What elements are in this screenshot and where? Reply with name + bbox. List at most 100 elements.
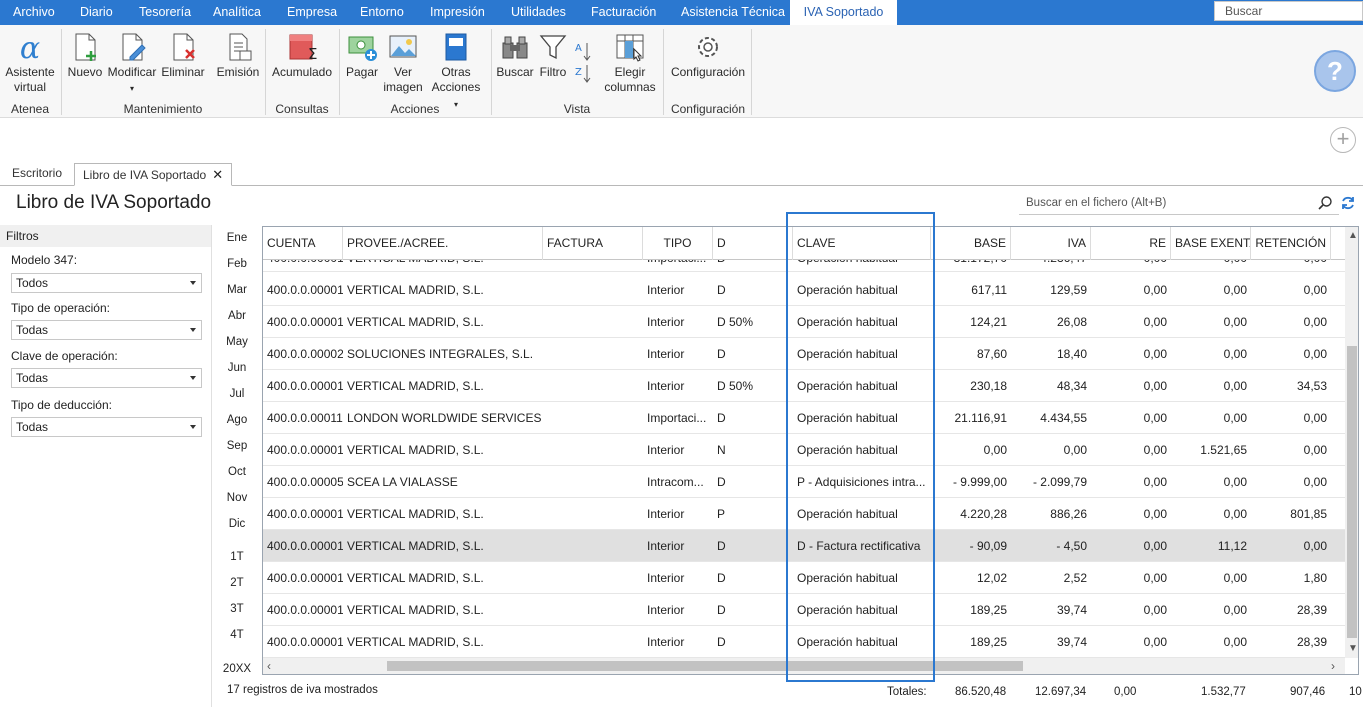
period-oct[interactable]: Oct (222, 466, 252, 478)
help-icon[interactable]: ? (1314, 50, 1356, 92)
asistente-virtual-button[interactable]: α Asistente virtual (4, 31, 56, 95)
scroll-left-icon[interactable]: ‹ (267, 659, 271, 673)
svg-text:Z: Z (575, 67, 582, 78)
horizontal-scrollbar[interactable]: ‹ › (263, 658, 1345, 674)
table-row[interactable]: 400.0.0.00001 VERTICAL MADRID, S.L. Interi… (263, 626, 1345, 658)
modelo-347-select[interactable]: Todos (11, 273, 202, 293)
otras-acciones-button[interactable]: Otras Acciones ▾ (430, 31, 482, 112)
column-header-provee-acree-[interactable]: PROVEE./ACREE. (343, 227, 543, 260)
period-sep[interactable]: Sep (222, 440, 252, 452)
acumulado-button[interactable]: Σ Acumulado (270, 31, 334, 80)
nuevo-button[interactable]: Nuevo (66, 31, 104, 80)
buscar-button[interactable]: Buscar (496, 31, 534, 80)
cell-tipo: Interior (647, 283, 685, 297)
period-dic[interactable]: Dic (222, 518, 252, 530)
column-header-re[interactable]: RE (1091, 227, 1171, 260)
tipo-deduccion-select[interactable]: Todas (11, 417, 202, 437)
vertical-scrollbar[interactable]: ▲ ▼ (1345, 227, 1358, 658)
file-search-placeholder: Buscar en el fichero (Alt+B) (1026, 197, 1167, 209)
period-1t[interactable]: 1T (222, 551, 252, 563)
menu-archivo[interactable]: Archivo (13, 0, 55, 25)
pagar-button[interactable]: Pagar (343, 31, 381, 80)
clave-operacion-select[interactable]: Todas (11, 368, 202, 388)
eliminar-button[interactable]: Eliminar (160, 31, 206, 80)
column-header-iva[interactable]: IVA (1011, 227, 1091, 260)
column-header-d[interactable]: D (713, 227, 793, 260)
close-icon[interactable]: ✕ (212, 167, 223, 182)
search-icon[interactable] (1317, 195, 1333, 211)
refresh-icon[interactable] (1340, 195, 1356, 211)
cell-base: 189,25 (970, 603, 1007, 617)
add-tab-icon[interactable]: + (1330, 127, 1356, 153)
menu-facturacion[interactable]: Facturación (591, 0, 656, 25)
column-header-retenci-n[interactable]: RETENCIÓN (1251, 227, 1331, 260)
sort-button[interactable]: AZ (572, 39, 594, 89)
table-row[interactable]: 400.0.0.00001 VERTICAL MADRID, S.L. Interi… (263, 434, 1345, 466)
column-header-factura[interactable]: FACTURA (543, 227, 643, 260)
tipo-operacion-select[interactable]: Todas (11, 320, 202, 340)
table-row[interactable]: 400.0.0.00001VERTICAL MADRID, S.L. Import… (263, 260, 1345, 272)
elegir-columnas-button[interactable]: Elegir columnas (604, 31, 656, 95)
period-abr[interactable]: Abr (222, 310, 252, 322)
table-row[interactable]: 400.0.0.00001 VERTICAL MADRID, S.L. Interi… (263, 274, 1345, 306)
period-3t[interactable]: 3T (222, 603, 252, 615)
column-header-tipo[interactable]: TIPO (643, 227, 713, 260)
modificar-button[interactable]: Modificar ▾ (106, 31, 158, 96)
scroll-down-icon[interactable]: ▼ (1348, 643, 1358, 654)
column-header-clave[interactable]: CLAVE (793, 227, 931, 260)
menu-entorno[interactable]: Entorno (360, 0, 404, 25)
menu-utilidades[interactable]: Utilidades (511, 0, 566, 25)
emision-button[interactable]: Emisión (214, 31, 262, 80)
cell-base-exenta: 0,00 (1223, 315, 1247, 329)
period-20xx[interactable]: 20XX (222, 663, 252, 675)
period-ago[interactable]: Ago (222, 414, 252, 426)
table-row[interactable]: 400.0.0.00001 VERTICAL MADRID, S.L. Interi… (263, 594, 1345, 626)
scroll-thumb[interactable] (387, 661, 1023, 671)
menu-diario[interactable]: Diario (80, 0, 113, 25)
period-ene[interactable]: Ene (222, 232, 252, 244)
tab-escritorio[interactable]: Escritorio (4, 163, 70, 186)
cell-cuenta: 400.0.0.00001 (267, 635, 343, 649)
period-mar[interactable]: Mar (222, 284, 252, 296)
period-4t[interactable]: 4T (222, 629, 252, 641)
cell-retenci-n: 0,00 (1303, 475, 1327, 489)
menu-asistencia[interactable]: Asistencia Técnica (681, 0, 785, 25)
table-row[interactable]: 400.0.0.00001 VERTICAL MADRID, S.L. Interi… (263, 306, 1345, 338)
file-search-input[interactable]: Buscar en el fichero (Alt+B) (1019, 193, 1339, 215)
global-search-input[interactable]: Buscar (1214, 1, 1363, 21)
menu-analitica[interactable]: Analítica (213, 0, 261, 25)
scroll-up-icon[interactable]: ▲ (1348, 230, 1358, 241)
cell-base-exenta: 0,00 (1171, 260, 1251, 271)
menu-impresion[interactable]: Impresión (430, 0, 485, 25)
table-row[interactable]: 400.0.0.00011 LONDON WORLDWIDE SERVICES Im… (263, 402, 1345, 434)
cell-base: 12,02 (976, 571, 1007, 585)
table-row[interactable]: 400.0.0.00001 VERTICAL MADRID, S.L. Interi… (263, 370, 1345, 402)
menu-tesoreria[interactable]: Tesorería (139, 0, 191, 25)
scroll-right-icon[interactable]: › (1331, 659, 1335, 673)
column-header-base[interactable]: BASE (931, 227, 1011, 260)
period-nov[interactable]: Nov (222, 492, 252, 504)
period-jul[interactable]: Jul (222, 388, 252, 400)
elegir-columnas-label-2: columnas (604, 80, 656, 94)
cell-tipo: Interior (647, 603, 685, 617)
table-row[interactable]: 400.0.0.00001 VERTICAL MADRID, S.L. Interi… (263, 562, 1345, 594)
menu-iva-soportado[interactable]: IVA Soportado (790, 0, 897, 25)
ver-imagen-button[interactable]: Ver imagen (383, 31, 423, 95)
period-2t[interactable]: 2T (222, 577, 252, 589)
asistente-label-1: Asistente (5, 65, 55, 79)
scroll-thumb[interactable] (1347, 346, 1357, 638)
column-header-cuenta[interactable]: CUENTA (263, 227, 343, 260)
period-may[interactable]: May (222, 336, 252, 348)
column-header-base-exenta[interactable]: BASE EXENTA (1171, 227, 1251, 260)
table-row[interactable]: 400.0.0.00001 VERTICAL MADRID, S.L. Interi… (263, 530, 1345, 562)
table-row[interactable]: 400.0.0.00001 VERTICAL MADRID, S.L. Interi… (263, 498, 1345, 530)
menu-empresa[interactable]: Empresa (287, 0, 337, 25)
tab-libro-iva-soportado[interactable]: Libro de IVA Soportado ✕ (74, 163, 233, 186)
period-jun[interactable]: Jun (222, 362, 252, 374)
period-feb[interactable]: Feb (222, 258, 252, 270)
filtro-button[interactable]: Filtro (536, 31, 570, 80)
configuracion-button[interactable]: Configuración (668, 31, 748, 80)
table-row[interactable]: 400.0.0.00002 SOLUCIONES INTEGRALES, S.L.… (263, 338, 1345, 370)
table-row[interactable]: 400.0.0.00005 SCEA LA VIALASSE Intracom...… (263, 466, 1345, 498)
cell-clave: Operación habitual (797, 635, 898, 649)
